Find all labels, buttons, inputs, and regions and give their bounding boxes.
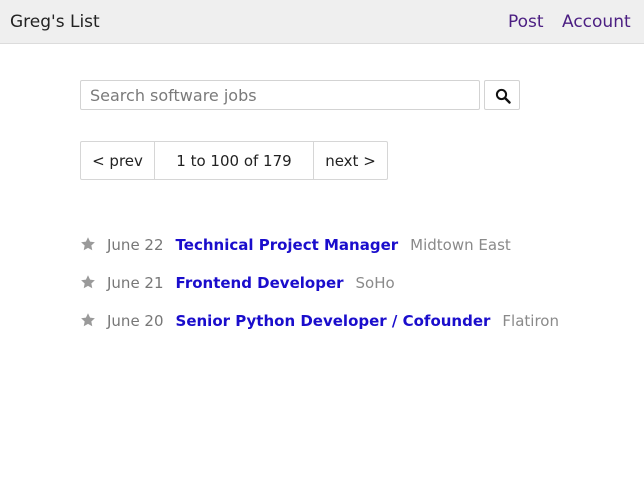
search-icon (495, 88, 511, 104)
job-date: June 22 (107, 236, 164, 254)
prev-page-button[interactable]: < prev (81, 142, 155, 179)
job-row: June 20 Senior Python Developer / Cofoun… (80, 302, 620, 340)
result-range-text: 1 to 100 of 179 (155, 142, 314, 179)
job-row: June 21 Frontend Developer SoHo (80, 264, 620, 302)
job-title-link[interactable]: Frontend Developer (176, 274, 344, 292)
job-title-link[interactable]: Senior Python Developer / Cofounder (176, 312, 491, 330)
account-link[interactable]: Account (562, 11, 631, 33)
next-page-button[interactable]: next > (314, 142, 387, 179)
star-icon[interactable] (80, 312, 96, 328)
star-icon[interactable] (80, 274, 96, 290)
post-link[interactable]: Post (508, 11, 544, 33)
search-input[interactable] (80, 80, 480, 110)
site-logo-link[interactable]: Greg's List (10, 11, 100, 33)
job-title-link[interactable]: Technical Project Manager (176, 236, 399, 254)
job-row: June 22 Technical Project Manager Midtow… (80, 226, 620, 264)
pagination: < prev 1 to 100 of 179 next > (80, 141, 388, 180)
job-neighborhood: Midtown East (410, 236, 511, 254)
job-neighborhood: SoHo (355, 274, 395, 292)
job-date: June 21 (107, 274, 164, 292)
job-date: June 20 (107, 312, 164, 330)
search-button[interactable] (484, 80, 520, 110)
star-icon[interactable] (80, 236, 96, 252)
job-neighborhood: Flatiron (502, 312, 559, 330)
top-bar: Greg's List Post Account (0, 0, 644, 44)
job-list: June 22 Technical Project Manager Midtow… (80, 226, 620, 340)
